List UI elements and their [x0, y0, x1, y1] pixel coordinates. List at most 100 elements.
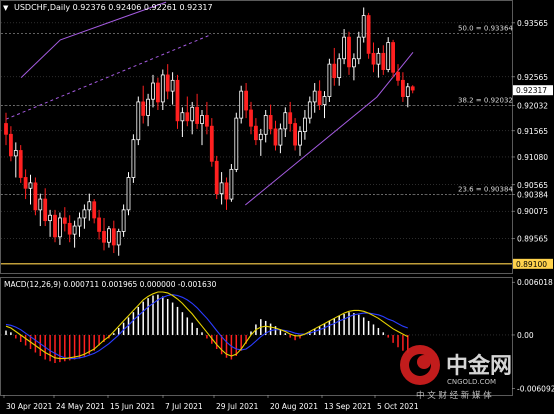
candle-body	[126, 177, 131, 211]
candle-body	[8, 133, 13, 157]
time-tick-label: 15 Jun 2021	[110, 402, 155, 411]
candle-body	[97, 217, 101, 232]
candle-body	[293, 123, 298, 146]
candle-body	[229, 168, 234, 200]
candle-body	[170, 79, 175, 92]
candle-body	[386, 42, 391, 70]
candle-body	[224, 182, 229, 200]
macd-tick-label: 0.006018	[517, 278, 553, 287]
price-tick-label: 0.92032	[517, 102, 548, 111]
candle-body	[38, 198, 43, 211]
price-tick-label: 0.92565	[517, 73, 548, 82]
candle-body	[327, 63, 332, 97]
watermark-logo-text: 中金网	[446, 353, 512, 379]
candle-body	[307, 101, 312, 119]
price-tag-label: 0.89100	[516, 260, 547, 269]
fib-level-label: 38.2 = 0.92032	[458, 97, 513, 105]
candle-body	[209, 125, 214, 162]
watermark-slogan: 中 文 财 经 新 媒 体	[416, 390, 492, 401]
candle-body	[136, 101, 141, 141]
macd-tick-label: 0.00	[517, 331, 534, 340]
price-tick-label: 0.90565	[517, 181, 548, 190]
candle-body	[214, 160, 219, 195]
candle-body	[111, 228, 116, 246]
fib-level-label: 50.0 = 0.93364	[458, 25, 513, 33]
candle-body	[366, 15, 371, 54]
candle-body	[160, 74, 165, 103]
candle-body	[244, 90, 249, 111]
candle-body	[400, 79, 405, 97]
price-tick-label: 0.89565	[517, 235, 548, 244]
candle-body	[405, 86, 410, 97]
candle-body	[28, 182, 33, 189]
candle-body	[18, 150, 23, 178]
candle-body	[13, 150, 18, 157]
candle-body	[151, 82, 155, 100]
time-tick-label: 7 Jul 2021	[165, 402, 203, 411]
candle-body	[263, 115, 268, 135]
price-tick-label: 0.90075	[517, 207, 548, 216]
candle-body	[67, 222, 72, 235]
time-tick-label: 20 Aug 2021	[270, 402, 318, 411]
candle-body	[62, 217, 67, 224]
time-tick-label: 5 Oct 2021	[377, 402, 419, 411]
candle-body	[175, 79, 180, 122]
price-tick-label: 0.93565	[517, 19, 548, 28]
candle-body	[131, 139, 136, 178]
candle-body	[298, 131, 302, 146]
candle-body	[116, 231, 121, 246]
watermark-domain: CNGOLD.COM	[447, 378, 496, 386]
price-tick-label: 0.91565	[517, 127, 548, 136]
candle-body	[77, 217, 82, 227]
candle-body	[410, 86, 415, 91]
candle-body	[376, 52, 381, 65]
price-tick-label: 0.90384	[517, 191, 548, 200]
candle-body	[195, 106, 200, 124]
candle-body	[146, 98, 151, 116]
candle-body	[48, 214, 52, 222]
candle-body	[371, 52, 376, 65]
candle-body	[204, 115, 209, 127]
time-tick-label: 24 May 2021	[56, 402, 105, 411]
candle-body	[155, 82, 160, 103]
candle-body	[58, 217, 62, 238]
candle-body	[180, 112, 185, 122]
candle-body	[253, 125, 258, 141]
macd-label: MACD(12,26,9) 0.000711 0.001965 0.000000…	[4, 280, 217, 289]
candle-body	[322, 96, 327, 106]
macd-tick-label: -0.006092	[517, 384, 554, 393]
candle-body	[4, 123, 8, 135]
candle-body	[332, 63, 337, 79]
candle-body	[107, 228, 111, 243]
candle-body	[283, 112, 288, 130]
candle-body	[72, 225, 77, 235]
candle-body	[249, 109, 253, 127]
time-tick-label: 30 Apr 2021	[6, 402, 53, 411]
candle-body	[302, 117, 307, 133]
candle-body	[43, 198, 48, 222]
candle-body	[342, 36, 347, 60]
candle-body	[33, 182, 38, 211]
candle-body	[190, 106, 195, 122]
candle-body	[396, 71, 400, 81]
chart-stage: 50.0 = 0.93364 38.2 = 0.92032 23.6 = 0.903…	[0, 0, 554, 414]
candle-body	[391, 42, 396, 73]
candle-body	[361, 15, 366, 38]
candle-body	[53, 214, 57, 238]
candle-body	[185, 112, 190, 122]
dropdown-arrow-icon[interactable]: ▼	[3, 4, 9, 12]
candle-body	[258, 133, 263, 141]
candle-body	[312, 90, 317, 103]
candle-body	[381, 52, 386, 70]
candle-body	[278, 128, 283, 146]
candle-body	[141, 101, 146, 116]
candle-body	[288, 112, 293, 124]
candle-body	[268, 115, 273, 130]
fib-level-label: 23.6 = 0.90384	[458, 186, 513, 194]
candle-body	[273, 128, 278, 146]
candle-body	[351, 58, 356, 68]
candle-body	[200, 115, 204, 124]
candle-body	[121, 209, 126, 232]
candle-body	[102, 231, 106, 243]
candle-body	[82, 209, 87, 219]
